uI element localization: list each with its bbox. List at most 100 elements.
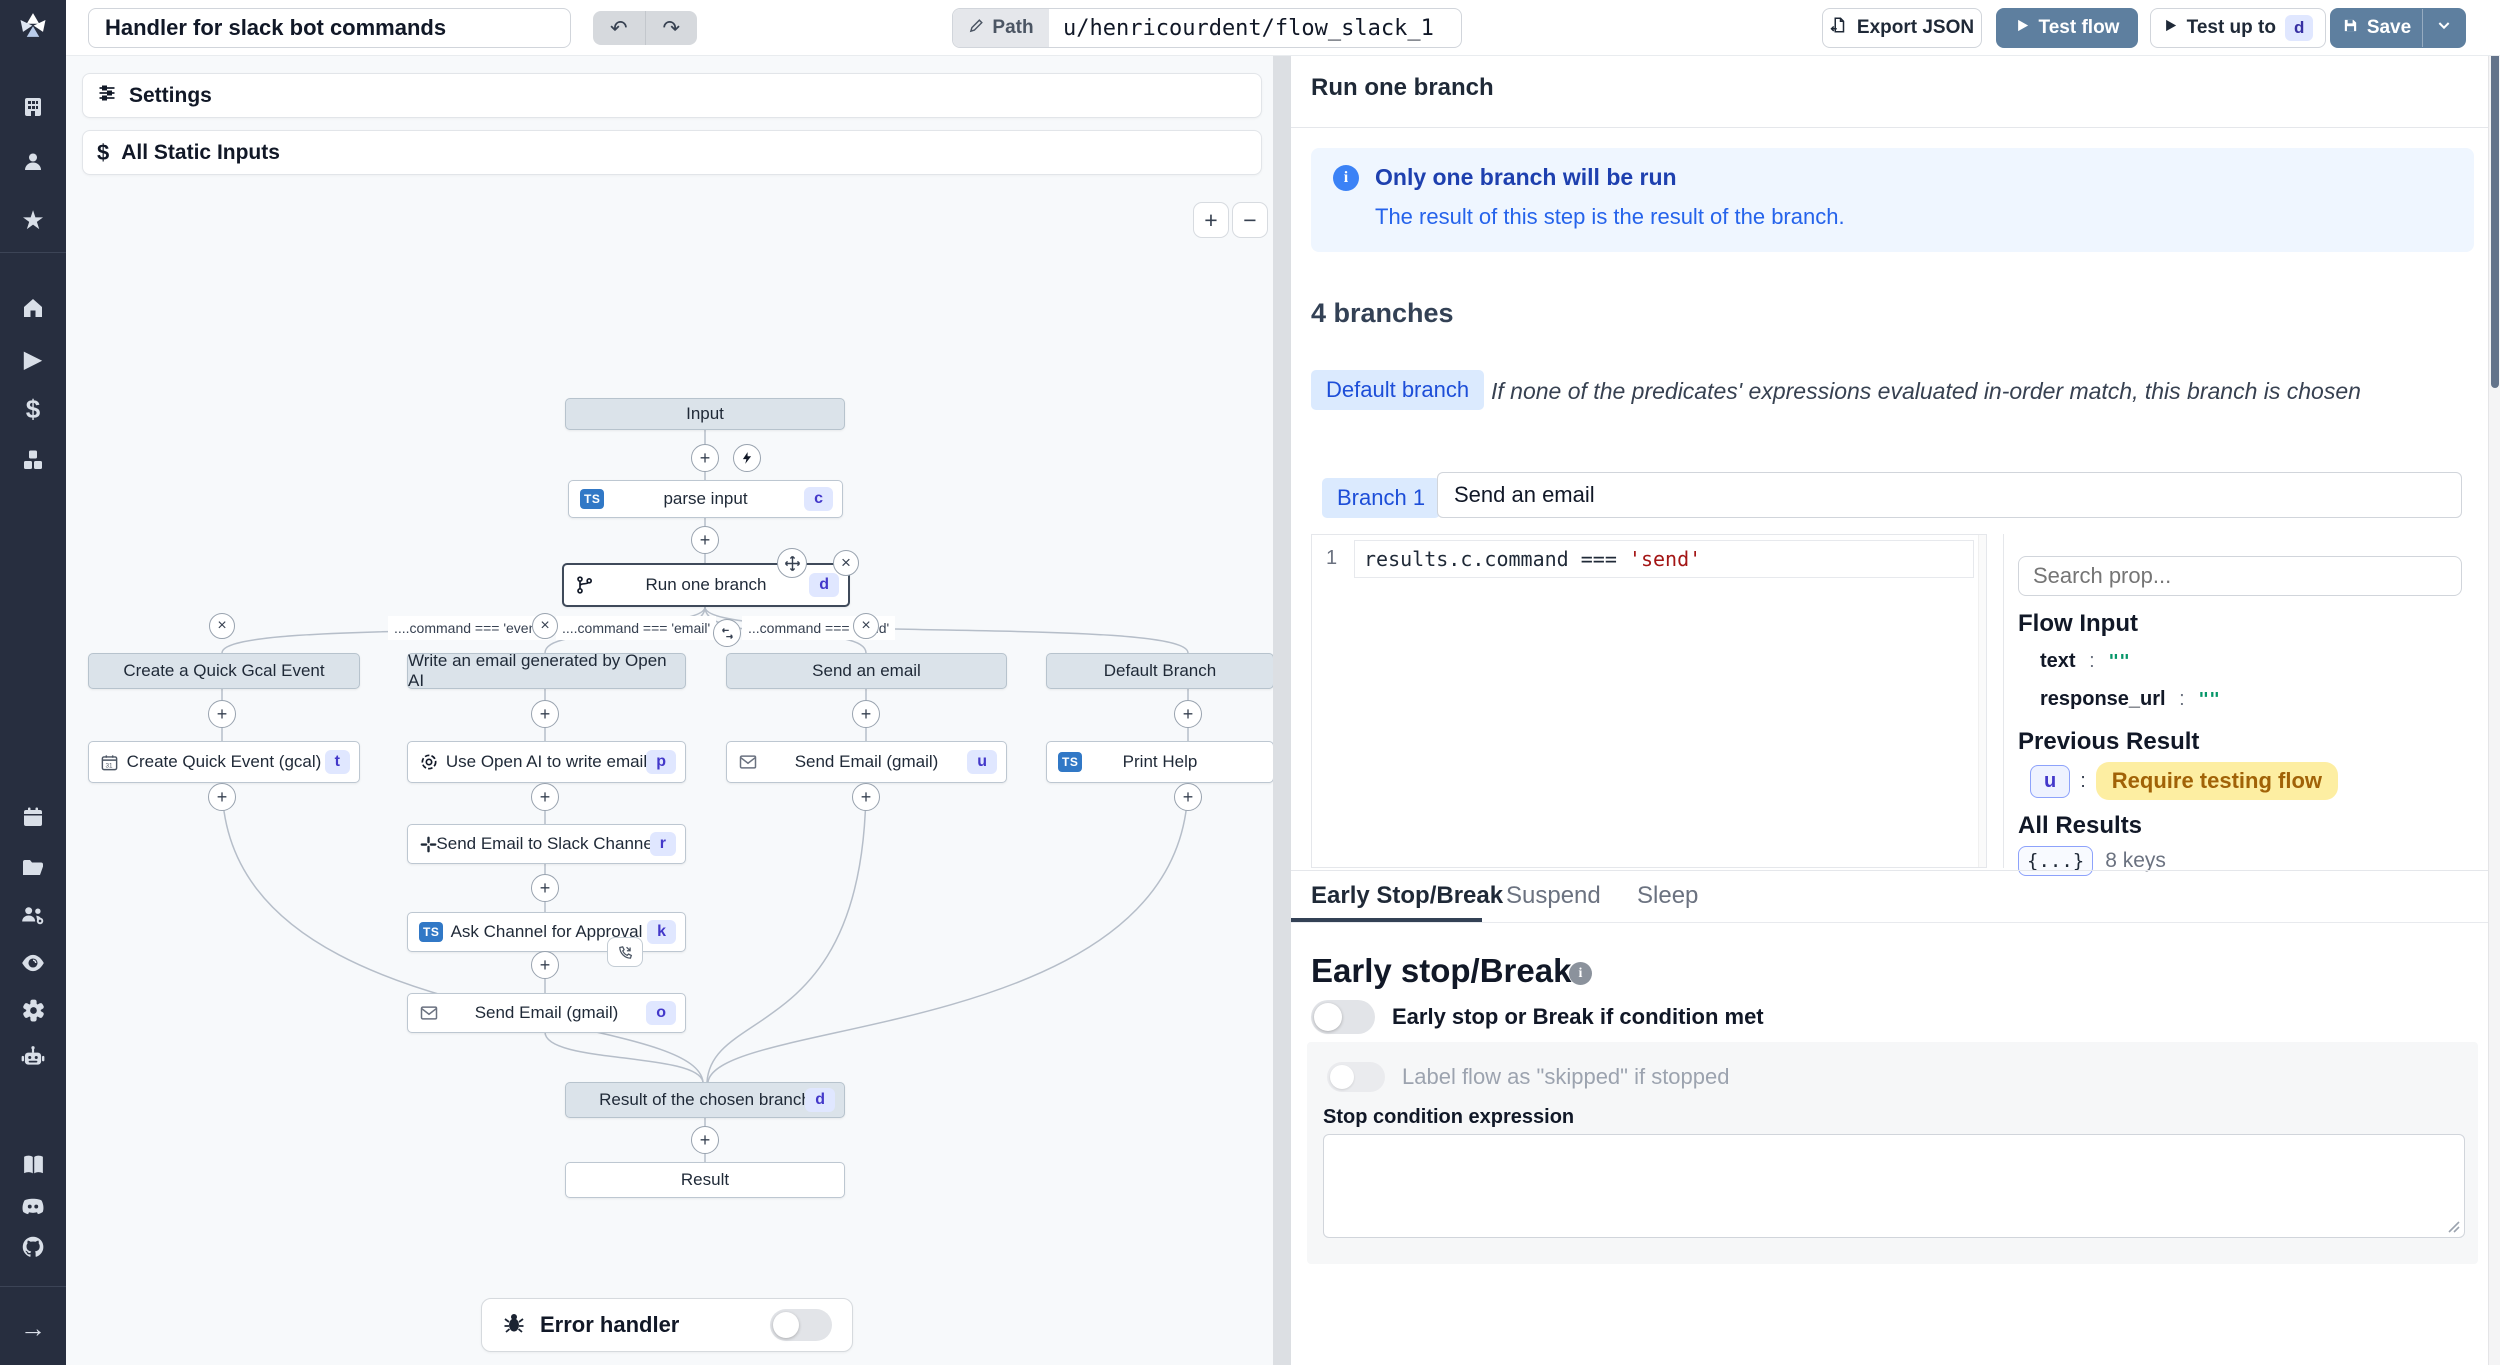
collapse-arrow-icon[interactable]: →	[0, 1313, 66, 1343]
step-id-badge: p	[646, 750, 676, 774]
add-step-button[interactable]: +	[1174, 700, 1202, 728]
add-step-button[interactable]: +	[531, 700, 559, 728]
panel-title: Run one branch	[1311, 74, 1494, 102]
branch-header[interactable]: Create a Quick Gcal Event	[88, 653, 360, 689]
test-up-to-button[interactable]: Test up to d	[2150, 8, 2326, 48]
add-step-button[interactable]: +	[531, 783, 559, 811]
search-prop-input[interactable]	[2018, 556, 2462, 596]
branch-result-node[interactable]: Result of the chosen branch d	[565, 1082, 845, 1118]
favorites-star-icon[interactable]: ★	[0, 205, 66, 235]
error-handler-toggle[interactable]	[770, 1309, 832, 1341]
branches-heading: 4 branches	[1311, 298, 1454, 329]
windmill-logo-icon[interactable]	[0, 10, 66, 40]
settings-gear-icon[interactable]	[0, 995, 66, 1025]
step-node-openai[interactable]: Use Open AI to write email p	[407, 741, 686, 783]
step-id-badge: k	[647, 920, 676, 944]
redo-icon[interactable]: ↷	[646, 11, 698, 45]
step-node-slack[interactable]: Send Email to Slack Channel r	[407, 824, 686, 864]
delete-step-button[interactable]: ×	[833, 550, 859, 576]
predicate-code-editor[interactable]: 1 results.c.command === 'send'	[1311, 534, 1987, 868]
default-branch-description: If none of the predicates' expressions e…	[1491, 378, 2361, 405]
sidebar: ★ ▶ $	[0, 0, 66, 1365]
step-ref-chip[interactable]: u	[2030, 765, 2070, 798]
previous-result-row[interactable]: u : Require testing flow	[2030, 762, 2338, 800]
groups-icon[interactable]	[0, 900, 66, 930]
test-flow-button[interactable]: Test flow	[1996, 8, 2138, 48]
object-chip[interactable]: {...}	[2018, 846, 2093, 876]
step-node-gmail-2[interactable]: Send Email (gmail) o	[407, 993, 686, 1033]
add-step-button[interactable]: +	[208, 783, 236, 811]
tab-suspend[interactable]: Suspend	[1506, 882, 1601, 910]
add-step-button[interactable]: +	[531, 874, 559, 902]
path-group[interactable]: Path u/henricourdent/flow_slack_1	[952, 8, 1462, 48]
ai-robot-icon[interactable]	[0, 1042, 66, 1072]
undo-icon[interactable]: ↶	[593, 11, 646, 45]
docs-book-icon[interactable]	[0, 1149, 66, 1179]
add-step-button[interactable]: +	[691, 1126, 719, 1154]
home-icon[interactable]	[0, 293, 66, 323]
branch1-summary-input[interactable]	[1437, 472, 2462, 518]
runs-play-icon[interactable]: ▶	[0, 344, 66, 374]
resources-cubes-icon[interactable]	[0, 445, 66, 475]
tab-early-stop-break[interactable]: Early Stop/Break	[1311, 882, 1503, 910]
add-step-button[interactable]: +	[208, 700, 236, 728]
add-step-button[interactable]: +	[852, 700, 880, 728]
stop-condition-textarea[interactable]	[1323, 1134, 2465, 1238]
add-step-button[interactable]: +	[1174, 783, 1202, 811]
add-step-button[interactable]: +	[531, 951, 559, 979]
remove-branch-button[interactable]: ×	[209, 613, 235, 639]
add-step-button[interactable]: +	[691, 444, 719, 472]
parse-input-node[interactable]: TS parse input c	[568, 480, 843, 518]
step-node-print-help[interactable]: TS Print Help	[1046, 741, 1273, 783]
branch-icon	[575, 575, 595, 595]
step-node-gcal[interactable]: 31 Create Quick Event (gcal) t	[88, 741, 360, 783]
github-icon[interactable]	[0, 1232, 66, 1262]
early-stop-toggle[interactable]	[1311, 1000, 1375, 1034]
flow-input-node[interactable]: Input	[565, 398, 845, 430]
trigger-bolt-icon[interactable]	[733, 444, 761, 472]
remove-branch-button[interactable]: ×	[853, 613, 879, 639]
workspace-icon[interactable]	[0, 92, 66, 122]
branch-header[interactable]: Write an email generated by Open AI	[407, 653, 686, 689]
pencil-icon	[968, 17, 985, 40]
save-button[interactable]: Save	[2331, 9, 2423, 47]
folders-icon[interactable]	[0, 852, 66, 882]
step-node-approval[interactable]: TS Ask Channel for Approval k	[407, 912, 686, 952]
discord-icon[interactable]	[0, 1191, 66, 1221]
all-results-row[interactable]: {...} 8 keys	[2018, 846, 2166, 876]
window-scrollbar[interactable]	[2488, 0, 2500, 1365]
scrollbar-thumb[interactable]	[2491, 48, 2499, 388]
move-branch-icon[interactable]	[713, 619, 741, 647]
export-json-button[interactable]: Export JSON	[1822, 8, 1982, 48]
flow-canvas-panel: Settings $ All Static Inputs + −	[66, 56, 1273, 1365]
editor-scrollbar[interactable]	[1978, 535, 1986, 867]
move-step-button[interactable]	[777, 548, 807, 578]
step-node-gmail[interactable]: Send Email (gmail) u	[726, 741, 1007, 783]
add-step-button[interactable]: +	[691, 526, 719, 554]
prop-row[interactable]: response_url : ""	[2040, 688, 2220, 711]
audit-eye-icon[interactable]	[0, 948, 66, 978]
add-step-button[interactable]: +	[852, 783, 880, 811]
save-dropdown-button[interactable]	[2423, 9, 2465, 47]
panel-resize-scrollbar[interactable]	[1273, 56, 1291, 1365]
early-stop-heading: Early stop/Break	[1311, 952, 1571, 990]
error-handler-box[interactable]: Error handler	[481, 1298, 853, 1352]
remove-branch-button[interactable]: ×	[532, 613, 558, 639]
flow-title-input[interactable]	[88, 8, 571, 48]
tab-sleep[interactable]: Sleep	[1637, 882, 1698, 910]
prop-row[interactable]: text : ""	[2040, 650, 2130, 673]
info-body: The result of this step is the result of…	[1375, 204, 1845, 230]
run-one-branch-node[interactable]: Run one branch d	[562, 563, 850, 607]
default-branch-chip[interactable]: Default branch	[1311, 370, 1484, 410]
branch-predicate-label: ....command === 'event'	[388, 616, 549, 640]
label-skipped-toggle[interactable]	[1327, 1062, 1385, 1092]
variables-dollar-icon[interactable]: $	[0, 394, 66, 424]
branch1-chip[interactable]: Branch 1	[1322, 478, 1440, 518]
resize-handle-icon[interactable]	[2445, 1218, 2461, 1239]
schedules-calendar-icon[interactable]	[0, 802, 66, 832]
branch-header[interactable]: Send an email	[726, 653, 1007, 689]
user-icon[interactable]	[0, 147, 66, 177]
suspend-phone-icon[interactable]	[607, 937, 643, 967]
branch-header[interactable]: Default Branch	[1046, 653, 1273, 689]
flow-result-node[interactable]: Result	[565, 1162, 845, 1198]
